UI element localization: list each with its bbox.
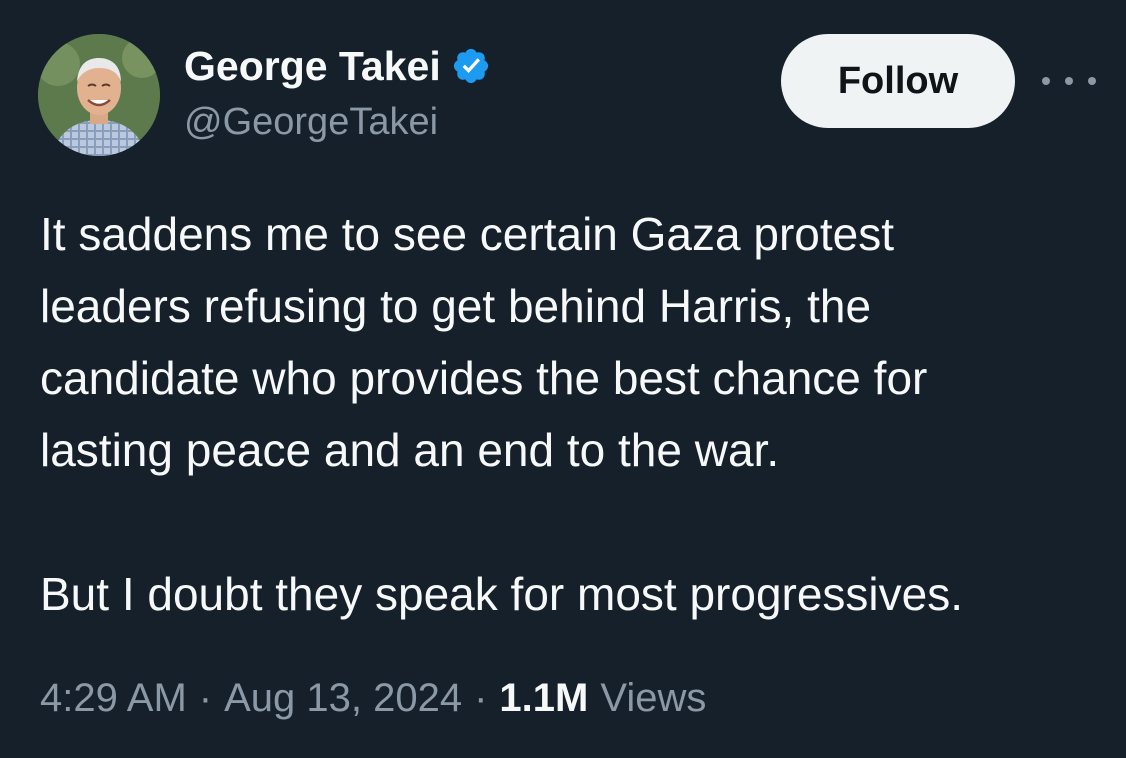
- tweet-text-line: But I doubt they speak for most progress…: [40, 568, 964, 620]
- meta-separator: ·: [198, 676, 213, 720]
- verified-badge-icon[interactable]: [451, 46, 491, 86]
- author-name-row: George Takei: [184, 40, 491, 92]
- tweet-text-line: candidate who provides the best chance f…: [40, 352, 928, 404]
- author-display-name[interactable]: George Takei: [184, 43, 441, 90]
- tweet-text: It saddens me to see certain Gaza protes…: [40, 198, 1100, 630]
- views-label[interactable]: Views: [600, 676, 706, 721]
- profile-photo-icon: [38, 34, 160, 156]
- tweet-time[interactable]: 4:29 AM: [40, 676, 187, 721]
- tweet-metadata: 4:29 AM · Aug 13, 2024 · 1.1M Views: [40, 676, 706, 721]
- author-handle[interactable]: @GeorgeTakei: [184, 101, 438, 144]
- tweet-text-line: leaders refusing to get behind Harris, t…: [40, 280, 872, 332]
- tweet-text-line: It saddens me to see certain Gaza protes…: [40, 208, 895, 260]
- more-horizontal-icon[interactable]: [1042, 66, 1096, 96]
- follow-button[interactable]: Follow: [781, 34, 1015, 128]
- tweet-date[interactable]: Aug 13, 2024: [224, 676, 462, 721]
- author-avatar[interactable]: [38, 34, 160, 156]
- meta-separator: ·: [474, 676, 488, 720]
- views-count[interactable]: 1.1M: [499, 676, 588, 721]
- tweet-card: George Takei @GeorgeTakei Follow It sadd…: [0, 0, 1126, 758]
- tweet-text-line: lasting peace and an end to the war.: [40, 424, 780, 476]
